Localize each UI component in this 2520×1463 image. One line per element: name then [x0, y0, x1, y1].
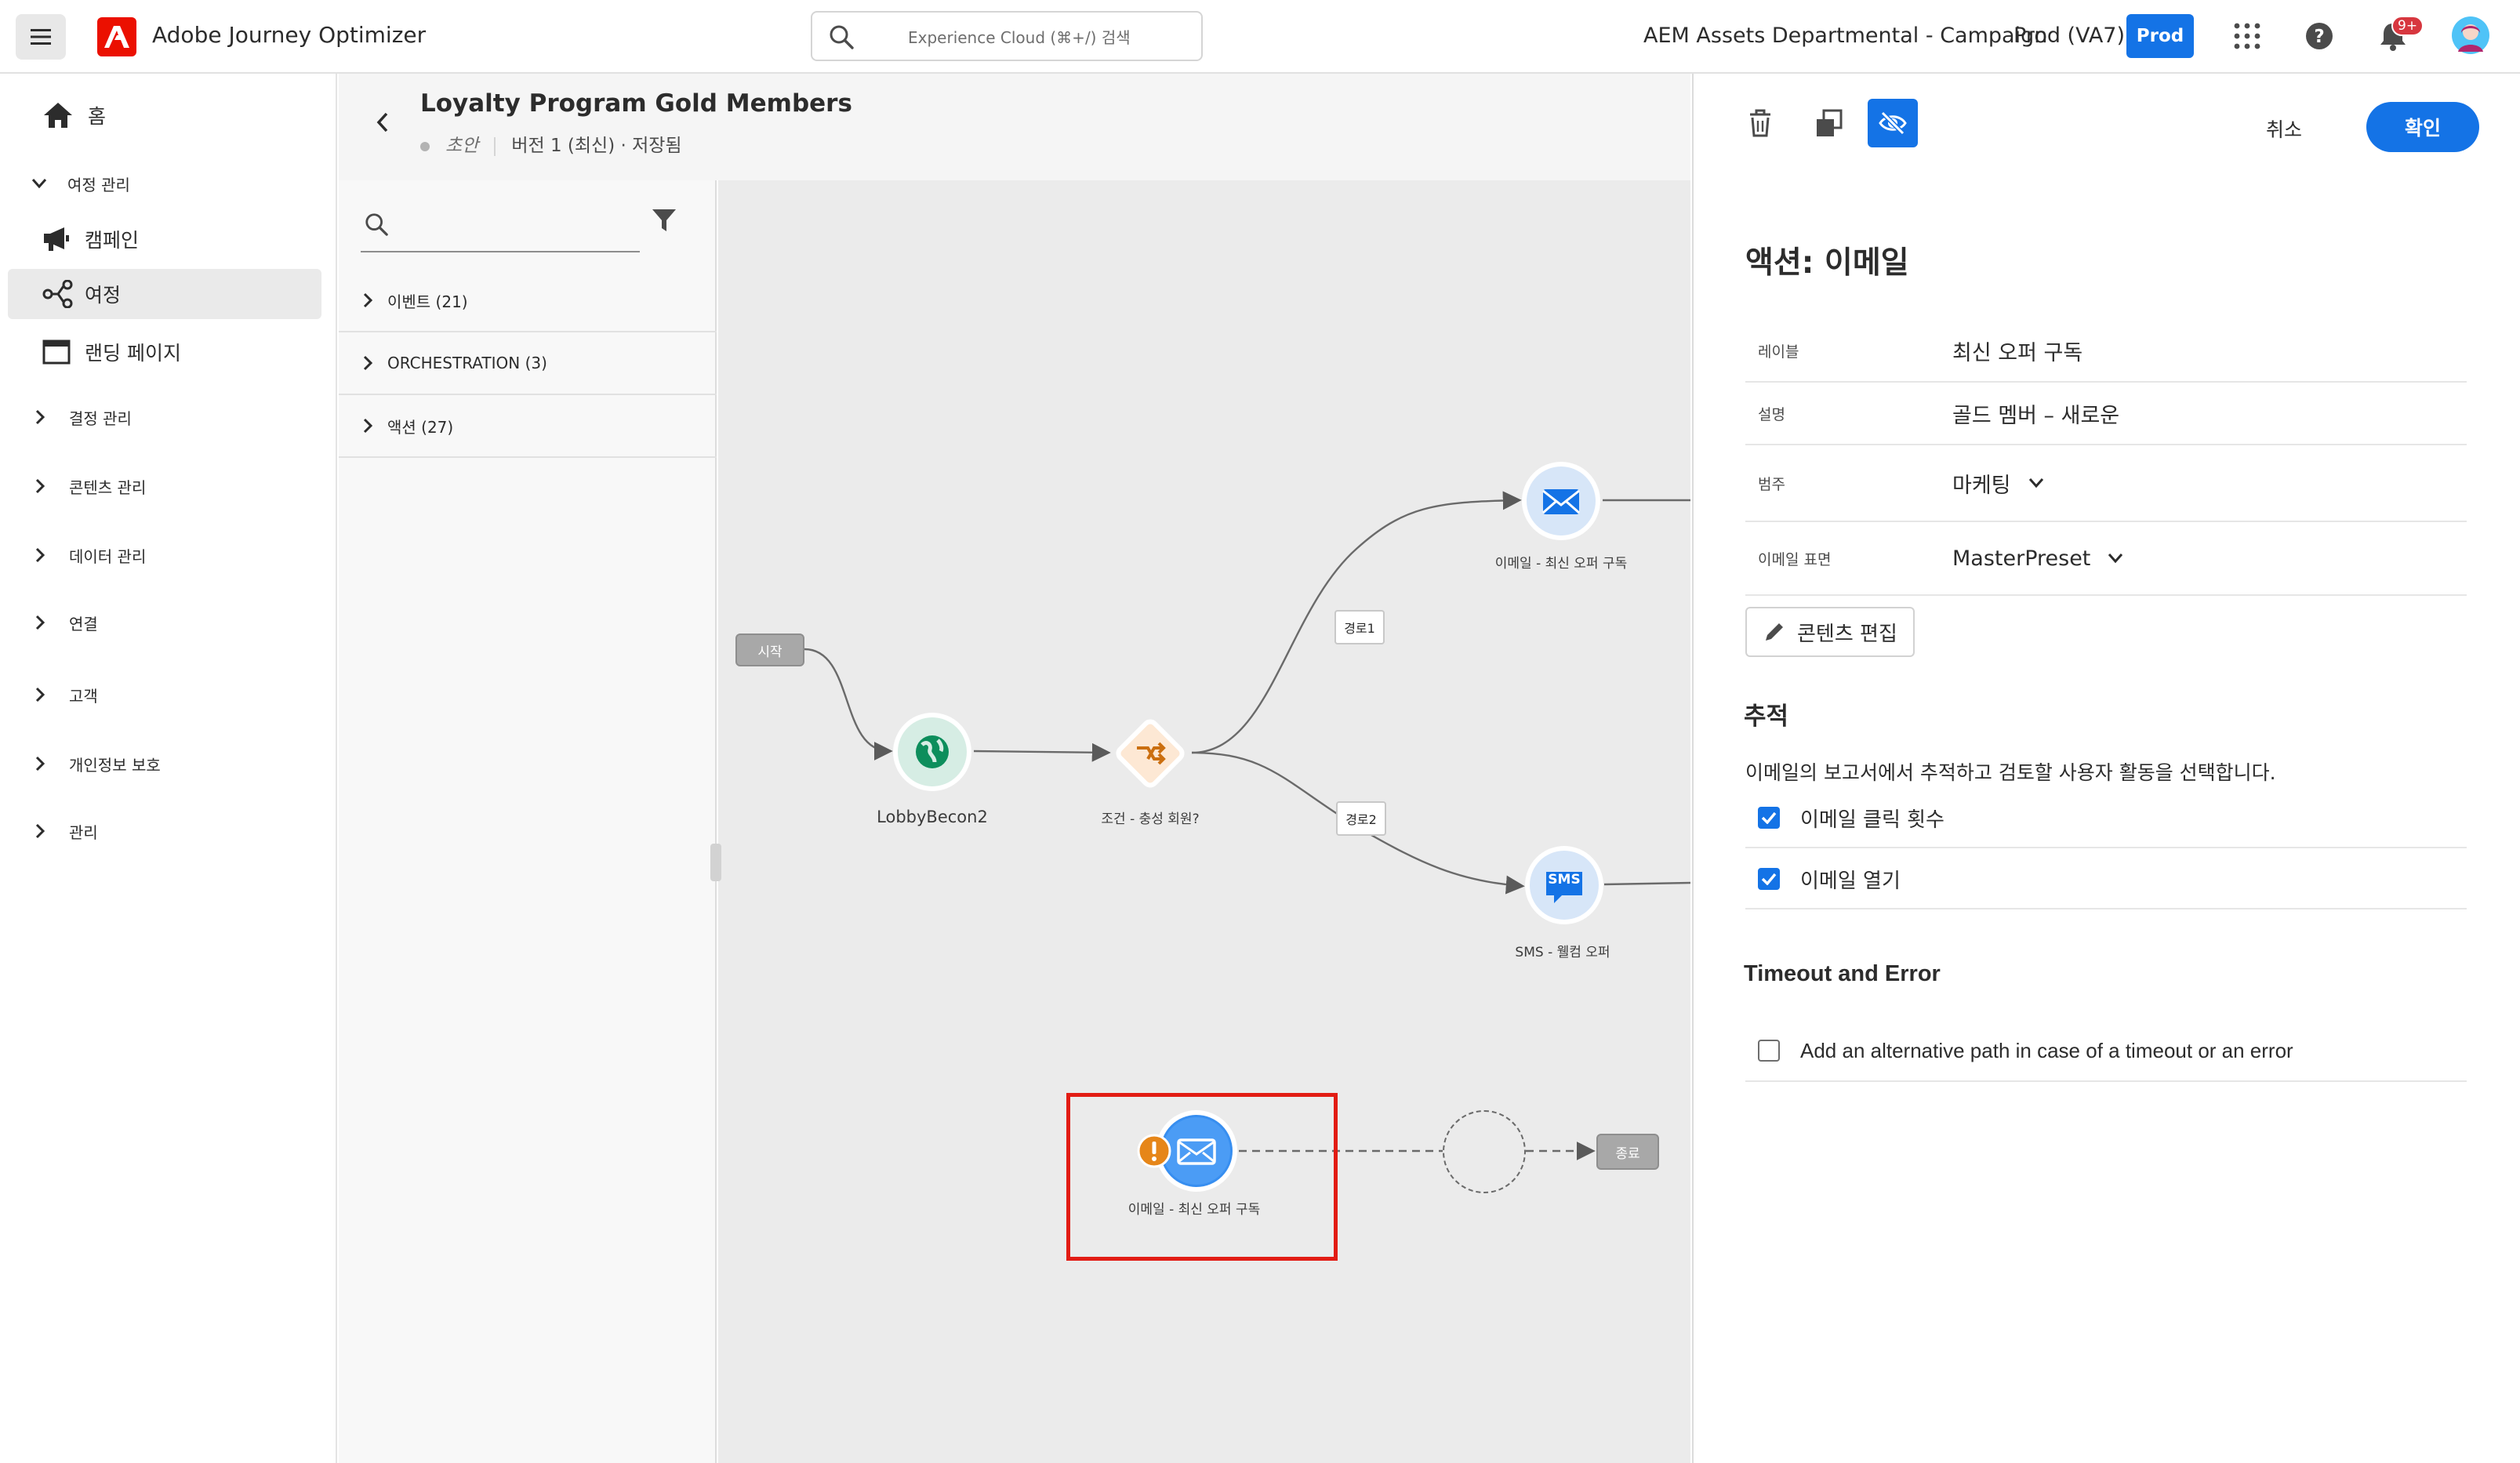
condition-node[interactable]	[1109, 712, 1192, 795]
prop-surface-row: 이메일 표면 MasterPreset	[1745, 522, 2467, 596]
duplicate-icon[interactable]	[1814, 108, 1844, 138]
empty-node-placeholder[interactable]	[1443, 1110, 1526, 1193]
track-opens-checkbox-row[interactable]: 이메일 열기	[1745, 850, 2467, 909]
tracking-section-title: 추적	[1744, 702, 1789, 731]
start-node[interactable]: 시작	[735, 633, 804, 666]
cancel-button[interactable]: 취소	[2266, 114, 2302, 143]
track-clicks-label: 이메일 클릭 횟수	[1800, 808, 1944, 832]
tracking-description: 이메일의 보고서에서 추적하고 검토할 사용자 활동을 선택합니다.	[1745, 761, 2276, 784]
checkbox-unchecked[interactable]	[1758, 1040, 1780, 1062]
prop-category-row: 범주 마케팅	[1745, 445, 2467, 522]
checkbox-checked[interactable]	[1758, 868, 1780, 890]
email-surface-dropdown[interactable]: MasterPreset	[1952, 546, 2123, 571]
track-opens-label: 이메일 열기	[1800, 869, 1901, 893]
timeout-path-checkbox-row[interactable]: Add an alternative path in case of a tim…	[1745, 1021, 2467, 1082]
path1-label[interactable]: 경로1	[1334, 610, 1385, 644]
checkbox-checked[interactable]	[1758, 807, 1780, 829]
prop-description-row: 설명 골드 멤버 – 새로운	[1745, 383, 2467, 445]
sms-action-node[interactable]: SMS	[1523, 844, 1606, 927]
description-field[interactable]: 골드 멤버 – 새로운	[1952, 398, 2119, 429]
event-node[interactable]	[891, 710, 974, 793]
timeout-section-title: Timeout and Error	[1744, 961, 1941, 986]
email-action-node[interactable]	[1520, 459, 1603, 543]
path2-label[interactable]: 경로2	[1336, 801, 1386, 836]
email-surface-value: MasterPreset	[1952, 546, 2091, 571]
prop-key: 범주	[1758, 475, 1785, 493]
prop-label-row: 레이블 최신 오퍼 구독	[1745, 320, 2467, 383]
chevron-down-icon	[2108, 553, 2123, 564]
track-clicks-checkbox-row[interactable]: 이메일 클릭 횟수	[1745, 789, 2467, 848]
edit-content-button[interactable]: 콘텐츠 편집	[1745, 607, 1915, 657]
sms-action-node-label: SMS - 웰컴 오퍼	[1515, 945, 1610, 960]
selection-highlight-box	[1066, 1093, 1338, 1261]
email-action-node-label: 이메일 - 최신 오퍼 구독	[1494, 556, 1628, 572]
visibility-toggle-button[interactable]	[1868, 99, 1918, 147]
condition-node-label: 조건 - 충성 회원?	[1101, 811, 1200, 827]
prop-key: 설명	[1758, 405, 1785, 423]
category-value: 마케팅	[1952, 473, 2011, 498]
end-node[interactable]: 종료	[1596, 1134, 1659, 1170]
chevron-down-icon	[2028, 477, 2044, 488]
category-dropdown[interactable]: 마케팅	[1952, 468, 2044, 499]
trash-icon[interactable]	[1747, 108, 1774, 138]
prop-key: 레이블	[1758, 343, 1799, 361]
edit-content-label: 콘텐츠 편집	[1797, 622, 1897, 646]
event-node-label: LobbyBecon2	[877, 808, 988, 826]
sms-icon-text: SMS	[1548, 872, 1581, 888]
pencil-icon	[1763, 620, 1786, 644]
prop-key: 이메일 표면	[1758, 550, 1832, 568]
eye-off-icon	[1879, 111, 1907, 135]
confirm-button[interactable]: 확인	[2366, 102, 2479, 152]
label-field[interactable]: 최신 오퍼 구독	[1952, 336, 2082, 366]
panel-title: 액션: 이메일	[1745, 245, 1909, 281]
timeout-option-label: Add an alternative path in case of a tim…	[1800, 1038, 2293, 1062]
